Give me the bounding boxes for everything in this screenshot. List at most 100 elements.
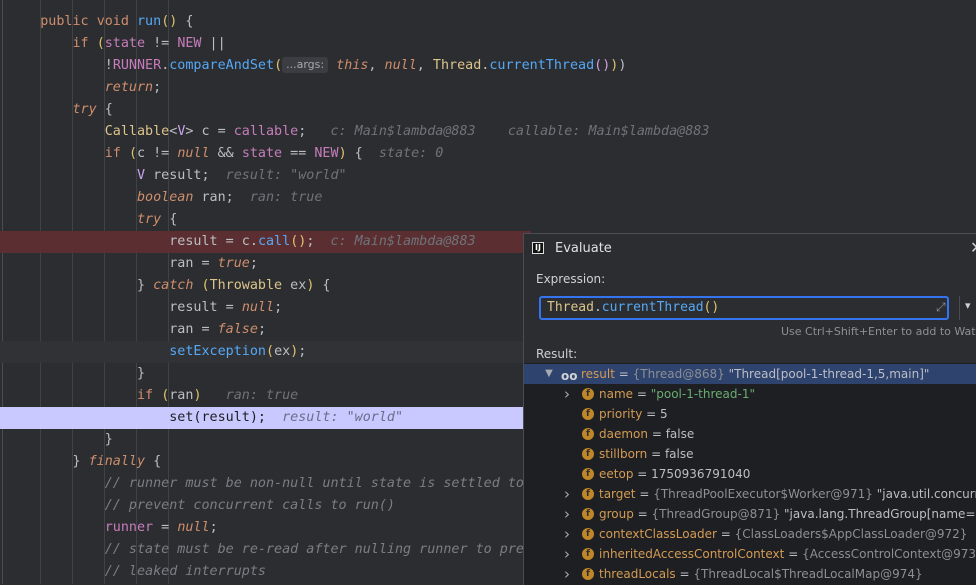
code-token: ran; [193, 190, 234, 205]
tree-row-field[interactable]: › f name = "pool-1-thread-1" [524, 384, 976, 404]
code-token: boolean [137, 190, 194, 205]
code-line[interactable]: Callable<V> c = callable; c: Main$lambda… [0, 121, 976, 143]
tree-row-field[interactable]: f priority = 5 [524, 404, 976, 424]
code-token: run [137, 14, 162, 29]
code-line[interactable]: if (state != NEW || [0, 33, 976, 55]
field-type: {Thread@868} [632, 367, 729, 381]
tree-row-field[interactable]: › f inheritedAccessControlContext = {Acces… [524, 544, 976, 564]
tree-row-field[interactable]: › f threadLocals = {ThreadLocal$ThreadLoca… [524, 564, 976, 584]
tree-row-field[interactable]: f stillborn = false [524, 444, 976, 464]
equals: = [633, 387, 651, 401]
code-token: } [137, 366, 146, 381]
tree-row-field[interactable]: f eetop = 1750936791040 [524, 464, 976, 484]
add-to-watches-hint: Use Ctrl+Shift+Enter to add to Watches [781, 325, 976, 338]
code-token: ; [257, 322, 266, 337]
code-token: V [137, 168, 146, 183]
code-line[interactable]: if (c != null && state == NEW) { state: … [0, 143, 976, 165]
code-line[interactable]: try { [0, 209, 976, 231]
code-line[interactable]: try { [0, 99, 976, 121]
tree-row-field[interactable]: › f target = {ThreadPoolExecutor$Worker@97… [524, 484, 976, 504]
code-token: ( [128, 146, 137, 161]
equals: = [647, 447, 665, 461]
code-comment: // runner must be non-null until state i… [104, 476, 524, 491]
tree-row-root[interactable]: ▼ oo result = {Thread@868} "Thread[pool-1-… [524, 364, 976, 384]
code-token: ) [193, 388, 202, 403]
code-token: void [96, 14, 137, 29]
field-icon: f [582, 528, 594, 540]
code-line[interactable]: boolean ran; ran: true [0, 187, 976, 209]
tree-row-field[interactable]: › f contextClassLoader = {ClassLoaders$App… [524, 524, 976, 544]
tree-row-text: contextClassLoader = {ClassLoaders$AppCl… [599, 524, 967, 544]
dialog-title: Evaluate [555, 241, 612, 256]
code-line[interactable]: result = c.call(); c: Main$lambda@883 [0, 231, 531, 253]
code-token: ( [266, 344, 275, 359]
code-token: , [416, 58, 433, 73]
equals: = [614, 367, 633, 381]
code-token: ; [153, 80, 162, 95]
result-tree[interactable]: ▼ oo result = {Thread@868} "Thread[pool-1-… [524, 363, 976, 585]
field-name: daemon [599, 427, 648, 441]
code-line[interactable]: return; [0, 77, 976, 99]
code-token: () [290, 234, 307, 249]
code-token: this [328, 58, 369, 73]
inline-value-hint: ran: true [201, 388, 299, 403]
field-value: "java.lang.ThreadGroup[name=main,maxpri=… [784, 507, 976, 521]
code-token: ( [201, 278, 210, 293]
code-token: { [314, 278, 331, 293]
code-token: result = c. [169, 234, 258, 249]
history-dropdown-button[interactable]: ▾ [959, 296, 976, 320]
field-value: false [665, 427, 695, 441]
tree-row-field[interactable]: f daemon = false [524, 424, 976, 444]
field-value: 1750936791040 [651, 467, 751, 481]
tree-row-text: target = {ThreadPoolExecutor$Worker@971}… [599, 484, 976, 504]
equals: = [784, 547, 803, 561]
tree-row-text: stillborn = false [599, 444, 693, 464]
code-token: ran = [169, 322, 218, 337]
code-line[interactable]: set(result); result: "world" [0, 407, 531, 429]
field-type: {AccessControlContext@973} [802, 547, 976, 561]
code-token: Throwable [209, 278, 283, 293]
code-token: try [137, 212, 162, 227]
code-line[interactable]: V result; result: "world" [0, 165, 976, 187]
code-token: null [384, 58, 417, 73]
tree-row-text: result = {Thread@868} "Thread[pool-1-thr… [581, 364, 929, 384]
equals: = [642, 407, 660, 421]
code-token: state [104, 36, 146, 51]
code-token: Thread [432, 58, 482, 73]
code-line[interactable]: public void run() { [0, 11, 976, 33]
code-token: ; [274, 300, 283, 315]
field-value: "Thread[pool-1-thread-1,5,main]" [728, 367, 930, 381]
code-token: call [257, 234, 291, 249]
tree-row-text: group = {ThreadGroup@871} "java.lang.Thr… [599, 504, 976, 524]
code-comment: // prevent concurrent calls to run() [104, 498, 395, 513]
chevron-right-icon: › [564, 505, 570, 523]
code-token: () [594, 58, 611, 73]
code-token: ; [209, 520, 218, 535]
expression-input[interactable]: Thread.currentThread() [539, 296, 949, 320]
chevron-down-icon: ▾ [965, 299, 971, 312]
expand-editor-icon[interactable]: ⤢ [936, 300, 946, 315]
tree-row-text: name = "pool-1-thread-1" [599, 384, 755, 404]
field-icon: f [582, 548, 594, 560]
code-line[interactable]: !RUNNER.compareAndSet(...args: this, nul… [0, 55, 976, 77]
code-comment: // leaked interrupts [104, 564, 266, 579]
chevron-right-icon: › [564, 485, 570, 503]
field-icon: f [582, 428, 594, 440]
tree-row-field[interactable]: › f group = {ThreadGroup@871} "java.lang.T… [524, 504, 976, 524]
code-token: || [201, 36, 226, 51]
field-name: priority [599, 407, 643, 421]
close-icon[interactable]: ✕ [970, 238, 976, 257]
code-token: Callable [104, 124, 170, 139]
code-token: runner [104, 520, 154, 535]
dialog-titlebar[interactable]: IJ Evaluate ✕ [524, 234, 976, 264]
code-token: ! [104, 58, 113, 73]
